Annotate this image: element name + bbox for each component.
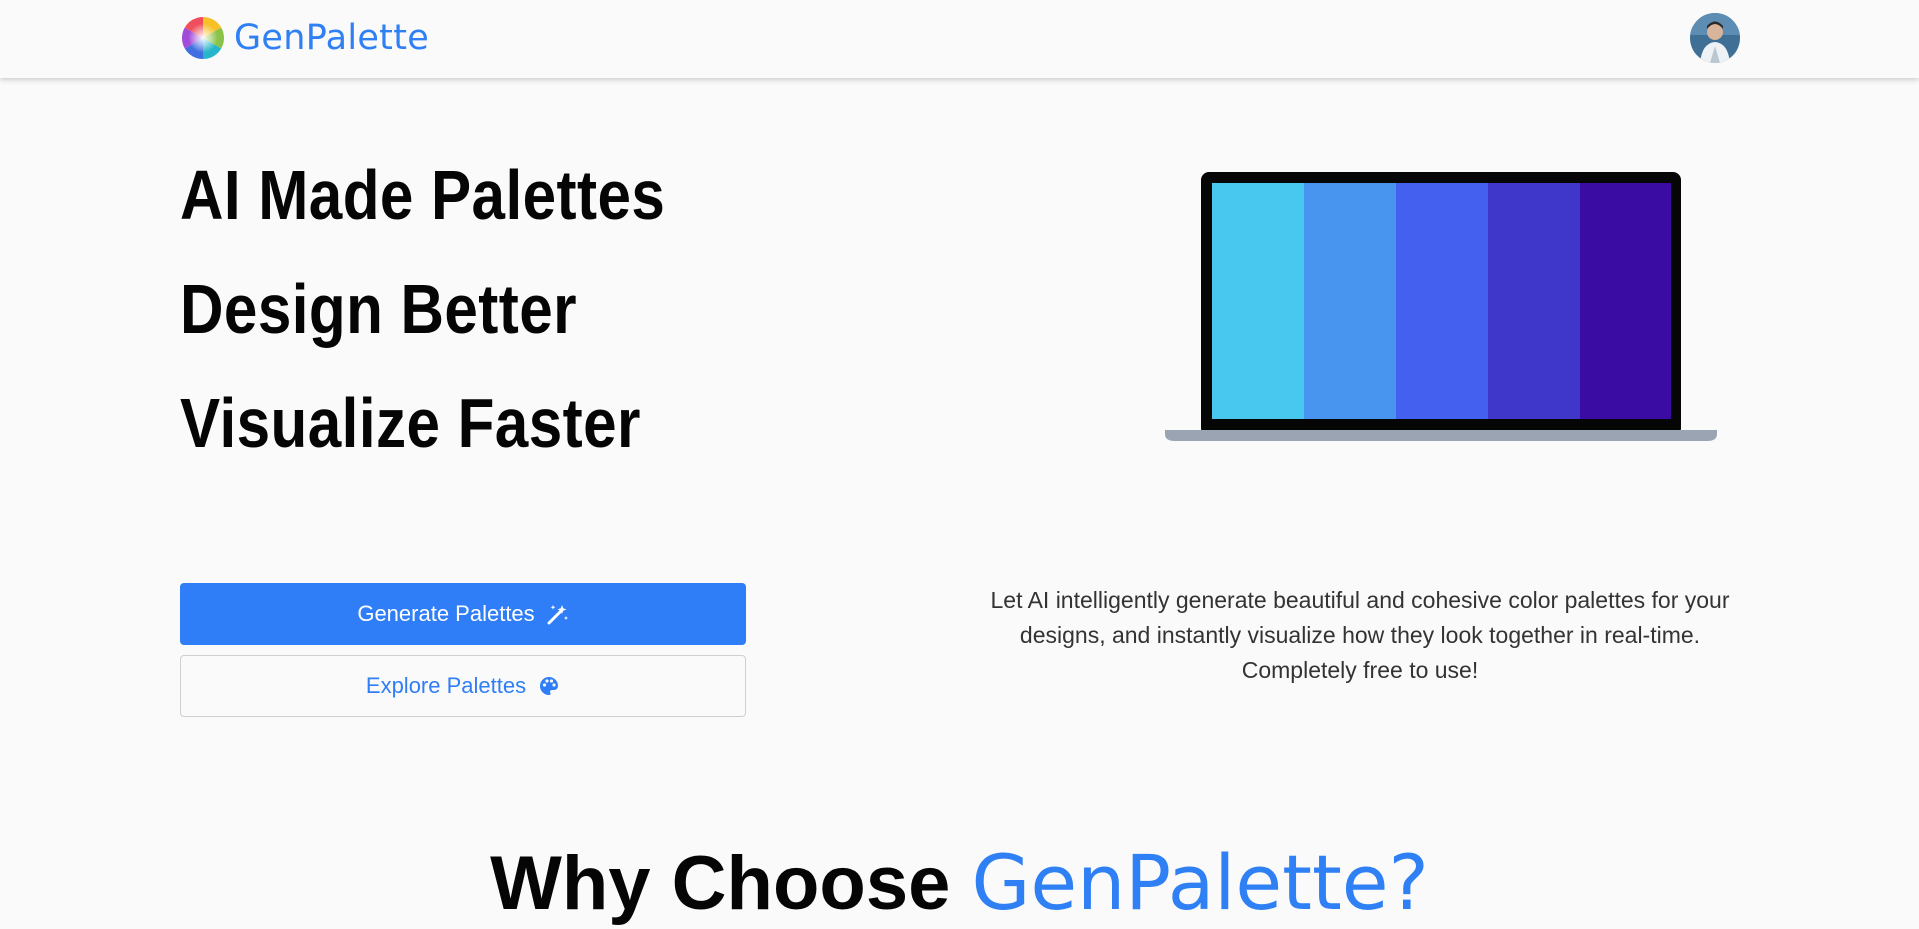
explore-palettes-button[interactable]: Explore Palettes	[180, 655, 746, 717]
hero-description: Let AI intelligently generate beautiful …	[990, 587, 1730, 683]
magic-wand-icon	[547, 603, 569, 625]
palette-swatch	[1212, 183, 1304, 419]
generate-palettes-button[interactable]: Generate Palettes	[180, 583, 746, 645]
navbar: GenPalette	[0, 0, 1919, 78]
avatar-icon	[1690, 13, 1740, 63]
hero-title-line-3: Visualize Faster	[180, 384, 641, 462]
user-avatar[interactable]	[1690, 13, 1740, 63]
palette-swatch	[1304, 183, 1396, 419]
palette-swatch	[1580, 183, 1671, 419]
laptop-palette-preview	[1165, 172, 1717, 441]
explore-palettes-label: Explore Palettes	[365, 673, 527, 698]
why-choose-brand: GenPalette?	[971, 838, 1429, 927]
hero-title: AI Made Palettes Design Better Visualize…	[180, 138, 665, 480]
brand-name: GenPalette	[234, 18, 430, 58]
palette-swatch	[1488, 183, 1580, 419]
palette-icon	[538, 675, 560, 697]
color-wheel-icon	[182, 17, 224, 59]
generate-palettes-label: Generate Palettes	[357, 601, 535, 626]
brand-link[interactable]: GenPalette	[182, 16, 429, 60]
palette-swatch	[1396, 183, 1488, 419]
why-choose-heading: Why Choose GenPalette?	[0, 838, 1919, 929]
why-choose-prefix: Why Choose	[490, 841, 972, 926]
hero-title-line-1: AI Made Palettes	[180, 156, 666, 234]
hero-title-line-2: Design Better	[180, 270, 577, 348]
